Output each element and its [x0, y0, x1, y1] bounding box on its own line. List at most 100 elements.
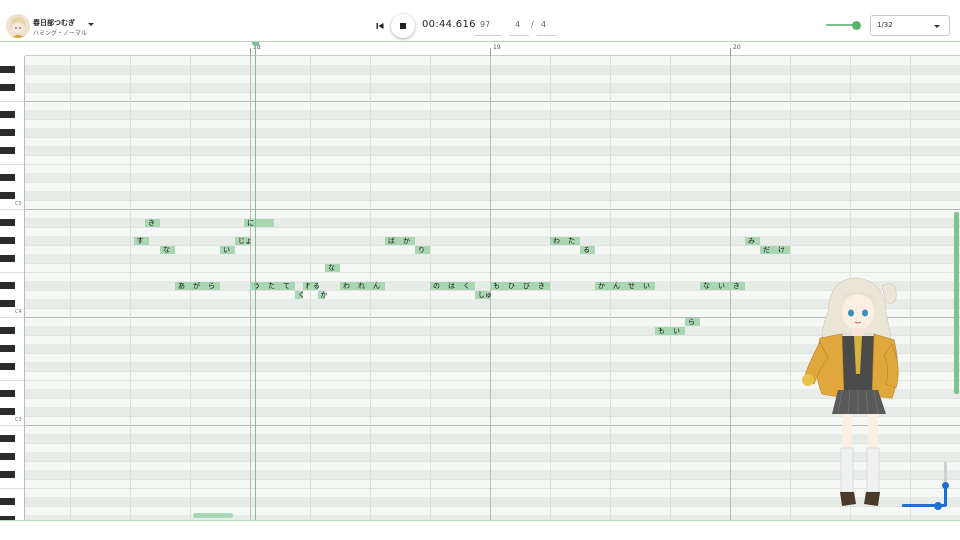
piano-black-key[interactable] [0, 255, 15, 262]
piano-black-key[interactable] [0, 390, 15, 397]
note[interactable]: だ [760, 245, 775, 254]
note[interactable]: か [400, 236, 415, 245]
note[interactable]: な [160, 245, 175, 254]
piano-black-key[interactable] [0, 174, 15, 181]
piano-black-key[interactable] [0, 408, 15, 415]
piano-black-key[interactable] [0, 66, 15, 73]
note[interactable]: か [317, 290, 328, 299]
note[interactable]: わ [340, 281, 355, 290]
piano-black-key[interactable] [0, 192, 15, 199]
beat-line [790, 56, 791, 521]
vertical-zoom-thumb[interactable] [942, 482, 949, 489]
note[interactable]: じょ [235, 236, 252, 245]
octave-label: C5 [15, 201, 22, 207]
note[interactable]: な [325, 263, 340, 272]
piano-black-key[interactable] [0, 282, 15, 289]
playhead-handle[interactable] [251, 42, 259, 46]
horizontal-scrollbar[interactable] [193, 513, 233, 518]
singer-dropdown-icon[interactable] [86, 18, 96, 30]
note[interactable]: い [640, 281, 655, 290]
note[interactable]: き [535, 281, 550, 290]
piano-black-key[interactable] [0, 300, 15, 307]
note[interactable]: の [430, 281, 445, 290]
note[interactable]: た [565, 236, 580, 245]
note[interactable]: い [715, 281, 730, 290]
piano-black-key[interactable] [0, 453, 15, 460]
tempo-value: 97 [480, 20, 491, 29]
note[interactable]: が [190, 281, 205, 290]
note[interactable]: に [244, 218, 274, 227]
piano-black-key[interactable] [0, 435, 15, 442]
measure-tick [730, 48, 731, 56]
row-separator [25, 227, 960, 228]
note-lyric: た [268, 281, 275, 290]
piano-black-key[interactable] [0, 129, 15, 136]
beat-line [130, 56, 131, 521]
piano-black-key[interactable] [0, 363, 15, 370]
note[interactable]: き [730, 281, 745, 290]
note[interactable]: あ [175, 281, 190, 290]
note-lyric: い [643, 281, 650, 290]
note[interactable]: ら [685, 317, 700, 326]
note[interactable]: す [133, 236, 149, 245]
note[interactable]: れ [355, 281, 370, 290]
note-lyric: が [193, 281, 200, 290]
note[interactable]: れ [302, 281, 313, 290]
piano-black-key[interactable] [0, 237, 15, 244]
piano-keyboard[interactable]: C5C4C3C2 [0, 56, 25, 521]
note[interactable]: り [415, 245, 430, 254]
note[interactable]: い [220, 245, 235, 254]
vertical-scrollbar[interactable] [954, 212, 959, 394]
note[interactable]: ん [370, 281, 385, 290]
note[interactable]: け [775, 245, 790, 254]
note[interactable]: せ [625, 281, 640, 290]
measure-ruler[interactable]: 18 19 20 [25, 42, 960, 56]
piano-black-key[interactable] [0, 84, 15, 91]
measure-number: 19 [493, 44, 501, 51]
note[interactable]: も [655, 326, 670, 335]
piano-black-key[interactable] [0, 327, 15, 334]
beat-type-field[interactable] [537, 14, 557, 36]
beats-value: 4 [515, 20, 521, 29]
stop-button[interactable] [391, 14, 415, 38]
piano-black-key[interactable] [0, 147, 15, 154]
piano-black-key[interactable] [0, 471, 15, 478]
note[interactable]: は [445, 281, 460, 290]
piano-black-key[interactable] [0, 498, 15, 505]
note[interactable]: い [670, 326, 685, 335]
note[interactable]: わ [550, 236, 565, 245]
note-lyric: ん [613, 281, 620, 290]
note[interactable]: る [310, 281, 320, 290]
horizontal-zoom-thumb[interactable] [934, 502, 942, 510]
piano-black-key[interactable] [0, 219, 15, 226]
note[interactable]: な [700, 281, 715, 290]
note[interactable]: く [295, 290, 305, 299]
note-lyric: も [658, 326, 665, 335]
note[interactable]: び [520, 281, 535, 290]
note[interactable]: ん [610, 281, 625, 290]
note[interactable]: る [580, 245, 595, 254]
note[interactable]: て [280, 281, 295, 290]
note[interactable]: ら [205, 281, 220, 290]
note[interactable]: しゅ [475, 290, 492, 299]
note[interactable]: く [460, 281, 475, 290]
note-lyric: ひ [508, 281, 515, 290]
skip-to-start-button[interactable] [368, 14, 392, 38]
note[interactable]: き [145, 218, 160, 227]
piano-black-key[interactable] [0, 111, 15, 118]
singer-avatar[interactable] [6, 14, 30, 38]
snap-select[interactable]: 1/32 [870, 15, 950, 36]
grid-row-dark [25, 218, 960, 227]
note[interactable]: み [745, 236, 760, 245]
measure-tick [250, 48, 251, 56]
piano-black-key[interactable] [0, 345, 15, 352]
note[interactable]: ば [385, 236, 400, 245]
note[interactable]: か [595, 281, 610, 290]
playhead[interactable] [254, 42, 256, 521]
grid-row-dark [25, 128, 960, 137]
note[interactable]: も [490, 281, 505, 290]
note[interactable]: う [250, 281, 265, 290]
note[interactable]: た [265, 281, 280, 290]
zoom-slider-thumb[interactable] [852, 21, 861, 30]
note[interactable]: ひ [505, 281, 520, 290]
